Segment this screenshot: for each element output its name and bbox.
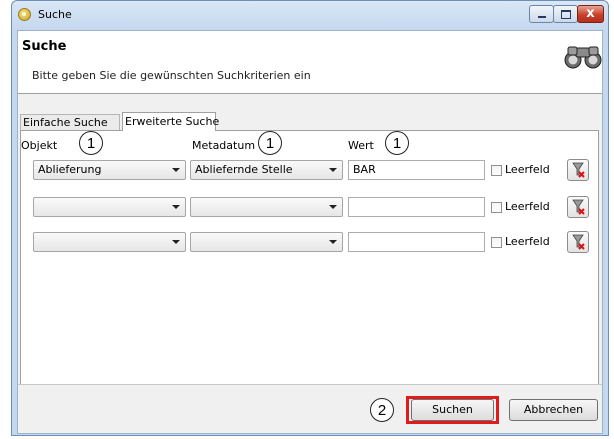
metadatum-select[interactable]: Abliefernde Stelle [190, 160, 343, 180]
chevron-down-icon [172, 240, 180, 244]
tab-einfache-suche[interactable]: Einfache Suche [20, 114, 120, 130]
callout-marker: 1 [385, 131, 409, 155]
minimize-button[interactable] [529, 5, 554, 23]
object-select[interactable] [33, 197, 186, 217]
chevron-down-icon [172, 205, 180, 209]
dialog-body: Einfache Suche Erweiterte Suche [18, 94, 602, 433]
object-select-value: Ablieferung [38, 163, 102, 176]
metadatum-select[interactable] [190, 197, 343, 217]
empty-field-checkbox[interactable] [491, 202, 502, 213]
callout-marker: 1 [258, 131, 282, 155]
column-label-object: Objekt [21, 139, 58, 152]
empty-field-label: Leerfeld [505, 235, 550, 248]
empty-field-label: Leerfeld [505, 200, 550, 213]
close-icon: x [586, 6, 595, 21]
empty-field-checkbox[interactable] [491, 165, 502, 176]
empty-field-checkbox[interactable] [491, 237, 502, 248]
metadatum-select-value: Abliefernde Stelle [195, 163, 293, 176]
window-title: Suche [38, 8, 72, 21]
callout-marker: 2 [370, 398, 394, 422]
dialog-header: Suche Bitte geben Sie die gewünschten Su… [18, 31, 602, 94]
column-label-metadatum: Metadatum [192, 139, 256, 152]
value-input-text: BAR [353, 163, 376, 176]
app-icon [18, 8, 31, 21]
value-input[interactable]: BAR [348, 160, 485, 180]
clear-filter-icon [572, 162, 585, 178]
tab-erweiterte-suche[interactable]: Erweiterte Suche [122, 112, 219, 131]
clear-row-button[interactable] [567, 196, 589, 218]
chevron-down-icon [329, 205, 337, 209]
metadatum-select[interactable] [190, 232, 343, 252]
close-button[interactable]: x [577, 5, 604, 23]
clear-row-button[interactable] [567, 231, 589, 253]
title-bar[interactable]: Suche x [12, 1, 608, 29]
clear-row-button[interactable] [567, 159, 589, 181]
value-input[interactable] [348, 197, 485, 217]
search-button-highlight [406, 396, 499, 424]
binoculars-icon [564, 46, 602, 69]
maximize-button[interactable] [553, 5, 578, 23]
chevron-down-icon [329, 168, 337, 172]
clear-filter-icon [572, 199, 585, 215]
cancel-button[interactable]: Abbrechen [509, 399, 598, 421]
empty-field-label: Leerfeld [505, 163, 550, 176]
column-label-value: Wert [348, 139, 374, 152]
clear-filter-icon [572, 234, 585, 250]
chevron-down-icon [329, 240, 337, 244]
dialog-title: Suche [22, 39, 67, 54]
object-select[interactable] [33, 232, 186, 252]
value-input[interactable] [348, 232, 485, 252]
dialog-subtitle: Bitte geben Sie die gewünschten Suchkrit… [32, 69, 311, 82]
callout-marker: 1 [79, 131, 103, 155]
object-select[interactable]: Ablieferung [33, 160, 186, 180]
chevron-down-icon [172, 168, 180, 172]
search-window: Suche x Suche Bitte geben Sie die gewüns… [11, 0, 609, 436]
